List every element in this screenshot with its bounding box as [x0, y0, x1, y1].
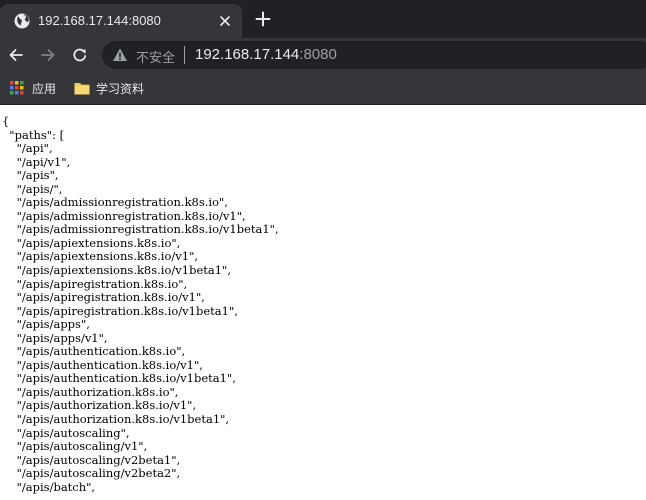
bookmarks-bar: 应用 学习资料: [0, 72, 646, 105]
json-line: "/apis/apiextensions.k8s.io/v1",: [2, 249, 199, 264]
forward-arrow-icon[interactable]: [39, 46, 57, 64]
globe-icon: [14, 13, 30, 29]
folder-icon: [74, 83, 90, 95]
json-line: "/apis",: [2, 168, 59, 183]
json-line: "/apis/autoscaling/v2beta1",: [2, 452, 181, 467]
json-line: "/apis/apiregistration.k8s.io/v1",: [2, 290, 205, 305]
json-line: "/apis/autoscaling/v1",: [2, 439, 148, 454]
tab-active[interactable]: 192.168.17.144:8080: [0, 4, 242, 38]
json-line: "/apis/authorization.k8s.io",: [2, 384, 179, 399]
json-line: "/api/v1",: [2, 154, 71, 169]
json-line: "/apis/batch",: [2, 479, 96, 494]
json-line: "/apis/apiextensions.k8s.io/v1beta1",: [2, 263, 231, 278]
json-line: "/apis/authentication.k8s.io/v1beta1",: [2, 371, 236, 386]
page-content: { "paths": [ "/api", "/api/v1", "/apis",…: [0, 105, 646, 500]
json-line: "/apis/authorization.k8s.io/v1beta1",: [2, 412, 230, 427]
omnibox-divider: [184, 46, 185, 64]
apps-grid-icon: [10, 81, 24, 95]
tab-strip: 192.168.17.144:8080: [0, 0, 646, 38]
json-line: "/apis/autoscaling",: [2, 425, 130, 440]
json-text: { "paths": [ "/api", "/api/v1", "/apis",…: [0, 105, 646, 494]
json-line: "/apis/apps/v1",: [2, 330, 108, 345]
bookmark-apps-label: 应用: [32, 82, 57, 96]
json-line: "/apis/autoscaling/v2beta2",: [2, 466, 181, 481]
json-line: "/apis/",: [2, 181, 63, 196]
json-line: "/api",: [2, 141, 53, 156]
tab-title: 192.168.17.144:8080: [38, 13, 161, 28]
json-line: "/apis/authentication.k8s.io",: [2, 344, 186, 359]
url-host: 192.168.17.144: [195, 46, 300, 63]
json-line: "/apis/admissionregistration.k8s.io/v1",: [2, 208, 246, 223]
url-port: :8080: [299, 46, 337, 63]
address-bar[interactable]: 不安全 192.168.17.144:8080: [102, 41, 646, 69]
json-line: "/apis/apiregistration.k8s.io/v1beta1",: [2, 303, 238, 318]
back-arrow-icon[interactable]: [7, 46, 25, 64]
bookmark-study-materials[interactable]: 学习资料: [72, 72, 152, 104]
json-line: {: [2, 114, 10, 128]
url-text[interactable]: 192.168.17.144:8080: [195, 46, 337, 63]
json-line: "paths": [: [2, 127, 65, 142]
close-tab-icon[interactable]: [218, 14, 232, 28]
bookmark-study-materials-label: 学习资料: [96, 82, 145, 96]
json-line: "/apis/admissionregistration.k8s.io",: [2, 195, 228, 210]
json-line: "/apis/apiregistration.k8s.io",: [2, 276, 188, 291]
json-line: "/apis/authentication.k8s.io/v1",: [2, 357, 203, 372]
json-line: "/apis/apiextensions.k8s.io",: [2, 235, 181, 250]
warning-icon[interactable]: [112, 47, 128, 63]
toolbar: 不安全 192.168.17.144:8080: [0, 38, 646, 72]
json-line: "/apis/authorization.k8s.io/v1",: [2, 398, 197, 413]
reload-icon[interactable]: [71, 46, 89, 64]
new-tab-icon[interactable]: [255, 11, 271, 27]
json-line: "/apis/apps",: [2, 317, 90, 332]
bookmark-apps[interactable]: 应用: [8, 72, 60, 104]
json-line: "/apis/admissionregistration.k8s.io/v1be…: [2, 222, 279, 237]
security-status-label[interactable]: 不安全: [136, 47, 175, 66]
